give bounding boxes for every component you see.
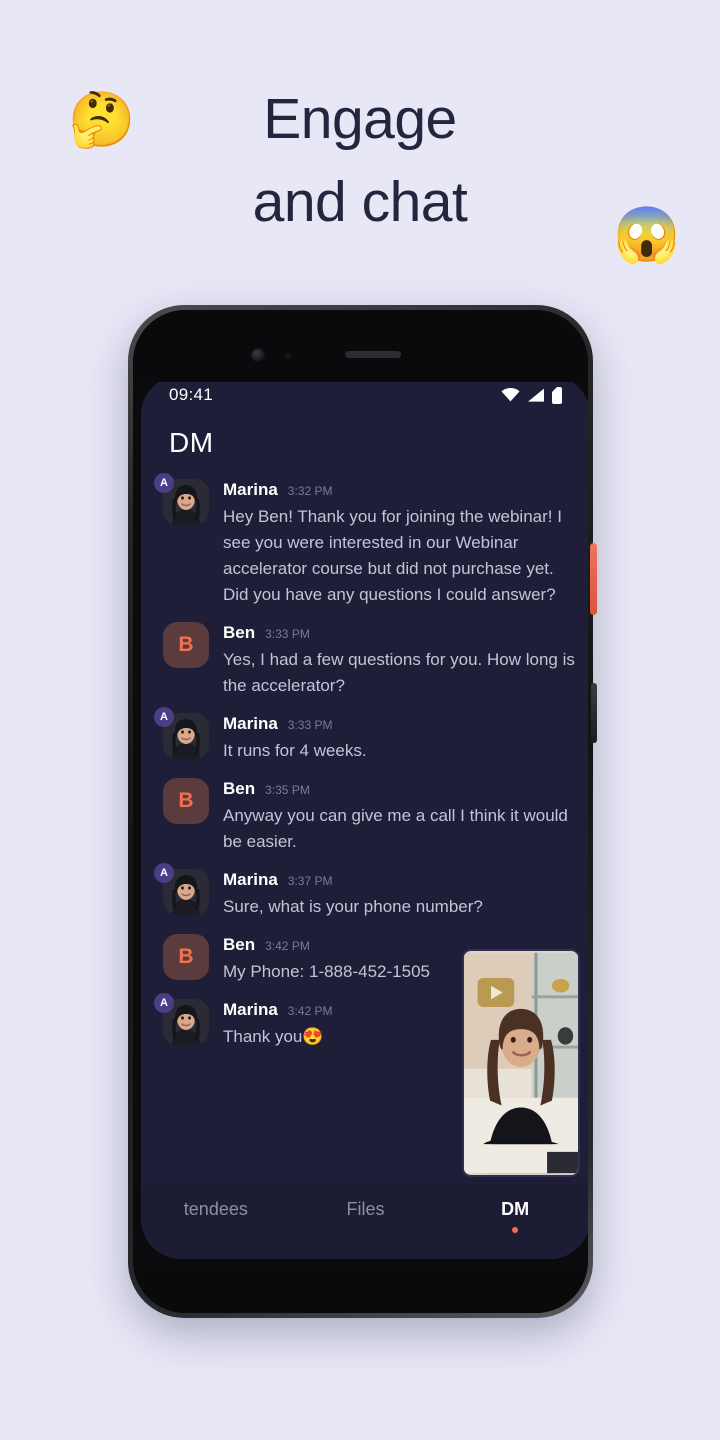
admin-badge: A [154,993,174,1013]
avatar-initial: B [163,934,209,980]
message-timestamp: 3:33 PM [265,627,310,641]
avatar[interactable]: A [154,863,209,915]
message-item: A [154,707,578,764]
phone-mockup: 09:41 DM A Marina 3:32 PM Hey Ben! Thank… [128,305,597,1318]
chat-title: DM [169,427,214,458]
tab-label: Files [346,1199,385,1219]
message-author: Ben [223,935,256,954]
phone-top-bezel [133,310,588,382]
message-timestamp: 3:35 PM [265,783,310,797]
message-text: Sure, what is your phone number? [223,897,483,916]
phone-screen: 09:41 DM A Marina 3:32 PM Hey Ben! Thank… [141,375,588,1259]
status-bar-icons [501,386,564,404]
message-meta: Marina 3:32 PM [223,480,578,500]
message-body: Ben 3:33 PM Yes, I had a few questions f… [223,622,578,699]
message-text: Yes, I had a few questions for you. How … [223,650,575,695]
avatar-initial: B [163,778,209,824]
message-timestamp: 3:32 PM [287,484,333,498]
avatar-initial: B [163,622,209,668]
message-item: A [154,863,578,920]
message-author: Marina [223,480,278,499]
status-bar: 09:41 [141,375,588,415]
message-body: Marina 3:37 PM Sure, what is your phone … [223,869,578,920]
tab-dm[interactable]: DM [440,1199,588,1233]
message-item: A [154,473,578,608]
avatar[interactable]: B [163,934,209,980]
message-timestamp: 3:37 PM [287,874,333,888]
volume-button[interactable] [591,683,597,743]
bottom-tab-bar: tendees Files DM [141,1185,588,1259]
avatar[interactable]: B [163,622,209,668]
video-thumbnail-image [464,952,578,1174]
message-item: B Ben 3:33 PM Yes, I had a few questions… [163,622,578,699]
message-meta: Ben 3:33 PM [223,623,578,643]
admin-badge: A [154,707,174,727]
front-camera-icon [251,348,266,363]
message-timestamp: 3:33 PM [287,718,333,732]
message-body: Marina 3:33 PM It runs for 4 weeks. [223,713,578,764]
phone-bottom-bezel [133,1269,588,1313]
screaming-face-emoji: 😱 [613,205,681,265]
message-body: Ben 3:35 PM Anyway you can give me a cal… [223,778,578,855]
message-item: B Ben 3:35 PM Anyway you can give me a c… [163,778,578,855]
avatar[interactable]: A [154,473,209,525]
presenter-video-thumbnail[interactable] [462,949,580,1177]
message-meta: Marina 3:37 PM [223,870,578,890]
headline-line-2: and chat [252,169,468,234]
message-meta: Marina 3:33 PM [223,714,578,734]
tab-files[interactable]: Files [291,1199,441,1233]
avatar[interactable]: B [163,778,209,824]
message-text: It runs for 4 weeks. [223,741,367,760]
admin-badge: A [154,863,174,883]
message-list[interactable]: A Marina 3:32 PM Hey Ben! Thank you for … [141,471,588,1185]
cellular-signal-icon [528,388,544,402]
message-author: Marina [223,1000,278,1019]
message-body: Marina 3:32 PM Hey Ben! Thank you for jo… [223,479,578,608]
message-author: Marina [223,870,278,889]
phone-body: 09:41 DM A Marina 3:32 PM Hey Ben! Thank… [133,310,588,1313]
avatar[interactable]: A [154,993,209,1045]
admin-badge: A [154,473,174,493]
message-author: Ben [223,779,256,798]
message-text: Hey Ben! Thank you for joining the webin… [223,507,562,604]
message-author: Marina [223,714,278,733]
wifi-icon [501,388,520,402]
avatar[interactable]: A [154,707,209,759]
tab-label: tendees [183,1199,248,1219]
chat-header: DM [141,415,588,471]
battery-icon [552,386,562,404]
message-timestamp: 3:42 PM [287,1004,333,1018]
message-meta: Ben 3:35 PM [223,779,578,799]
earpiece-speaker-icon [345,351,401,358]
tab-indicator-dot [512,1227,519,1233]
tab-attendees[interactable]: tendees [141,1199,291,1233]
power-button[interactable] [590,543,597,615]
status-bar-time: 09:41 [169,385,214,404]
message-text: Anyway you can give me a call I think it… [223,806,568,851]
message-author: Ben [223,623,256,642]
tab-label: DM [501,1199,530,1219]
proximity-sensor-icon [285,353,291,359]
message-timestamp: 3:42 PM [265,939,310,953]
thinking-face-emoji: 🤔 [68,90,136,150]
